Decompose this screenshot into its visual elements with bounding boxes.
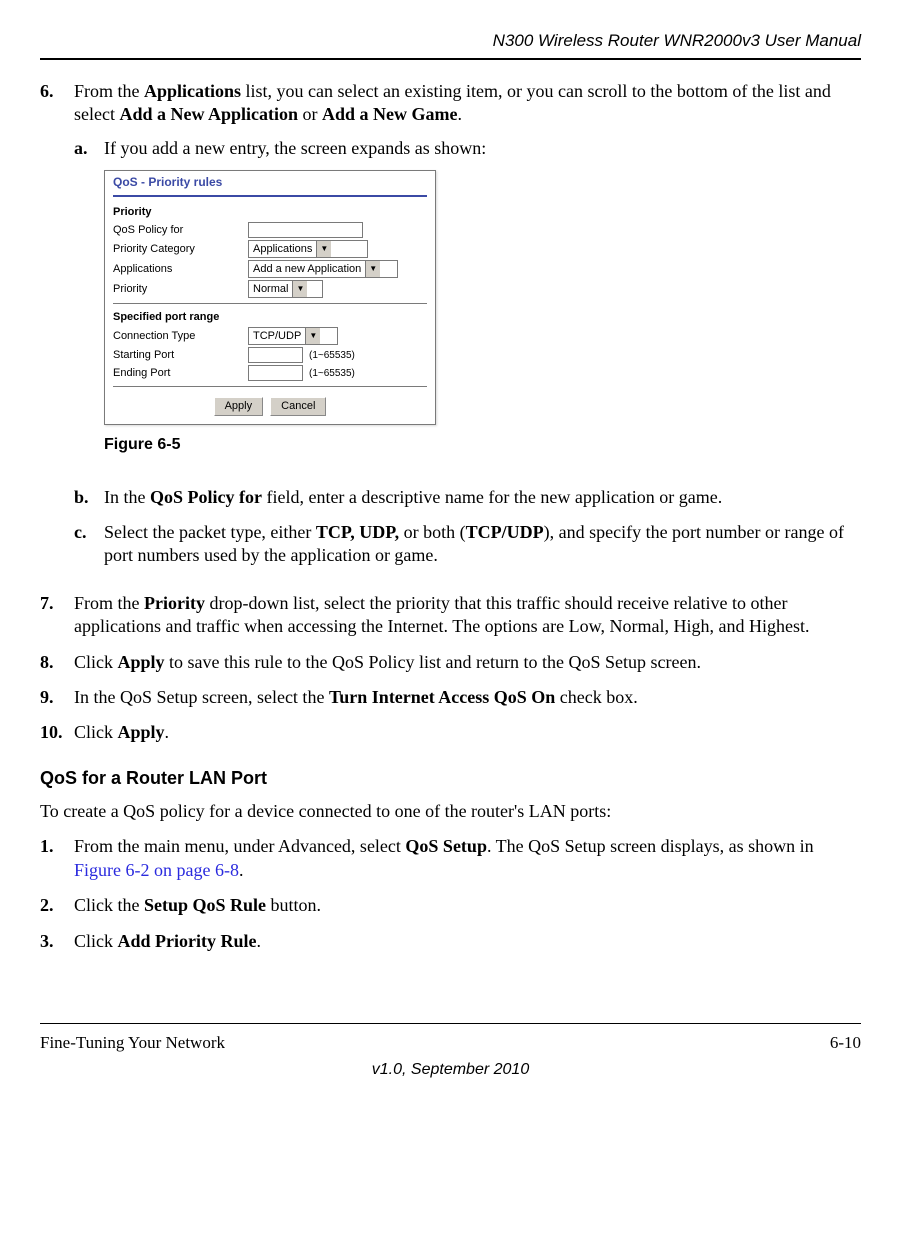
- step-9-marker: 9.: [40, 686, 74, 709]
- step-10-text: Click Apply.: [74, 721, 861, 744]
- footer-rule: [40, 1023, 861, 1024]
- page-header-title: N300 Wireless Router WNR2000v3 User Manu…: [40, 30, 861, 52]
- lan-step-3-text: Click Add Priority Rule.: [74, 930, 861, 953]
- chevron-down-icon: ▼: [292, 281, 307, 297]
- chevron-down-icon: ▼: [305, 328, 320, 344]
- lan-step-3-marker: 3.: [40, 930, 74, 953]
- step-6b-marker: b.: [74, 486, 104, 509]
- section-heading-qos-lan: QoS for a Router LAN Port: [40, 767, 861, 790]
- input-ending-port[interactable]: [248, 365, 303, 381]
- step-8-text: Click Apply to save this rule to the QoS…: [74, 651, 861, 674]
- lan-intro-text: To create a QoS policy for a device conn…: [40, 800, 861, 823]
- panel-title-rule: [113, 195, 427, 197]
- label-qos-policy-for: QoS Policy for: [113, 223, 248, 237]
- ending-port-hint: (1~65535): [309, 367, 355, 380]
- select-applications[interactable]: Add a new Application ▼: [248, 260, 398, 278]
- lan-step-2-marker: 2.: [40, 894, 74, 917]
- label-starting-port: Starting Port: [113, 348, 248, 362]
- lan-step-1-text: From the main menu, under Advanced, sele…: [74, 835, 861, 882]
- label-connection-type: Connection Type: [113, 329, 248, 343]
- label-priority-category: Priority Category: [113, 242, 248, 256]
- label-ending-port: Ending Port: [113, 366, 248, 380]
- step-6c-text: Select the packet type, either TCP, UDP,…: [104, 521, 861, 568]
- input-starting-port[interactable]: [248, 347, 303, 363]
- footer-right-page-number: 6-10: [830, 1032, 861, 1054]
- page-footer: Fine-Tuning Your Network 6-10 v1.0, Sept…: [40, 1023, 861, 1081]
- figure-6-5: QoS - Priority rules Priority QoS Policy…: [104, 170, 861, 455]
- figure-6-2-link[interactable]: Figure 6-2 on page 6-8: [74, 860, 239, 880]
- select-priority-category[interactable]: Applications ▼: [248, 240, 368, 258]
- step-6c-marker: c.: [74, 521, 104, 568]
- step-6a-text: If you add a new entry, the screen expan…: [104, 137, 861, 160]
- step-10-marker: 10.: [40, 721, 74, 744]
- select-connection-type[interactable]: TCP/UDP ▼: [248, 327, 338, 345]
- step-7-text: From the Priority drop-down list, select…: [74, 592, 861, 639]
- panel-divider: [113, 303, 427, 304]
- figure-caption: Figure 6-5: [104, 435, 861, 456]
- priority-heading: Priority: [105, 203, 435, 221]
- header-rule: [40, 58, 861, 60]
- step-6a-marker: a.: [74, 137, 104, 474]
- step-6-marker: 6.: [40, 80, 74, 580]
- panel-divider-2: [113, 386, 427, 387]
- chevron-down-icon: ▼: [365, 261, 380, 277]
- footer-version: v1.0, September 2010: [40, 1060, 861, 1081]
- input-qos-policy-for[interactable]: [248, 222, 363, 238]
- lan-step-2-text: Click the Setup QoS Rule button.: [74, 894, 861, 917]
- step-9-text: In the QoS Setup screen, select the Turn…: [74, 686, 861, 709]
- main-steps: 6. From the Applications list, you can s…: [40, 80, 861, 745]
- starting-port-hint: (1~65535): [309, 349, 355, 362]
- apply-button[interactable]: Apply: [214, 397, 264, 415]
- footer-left: Fine-Tuning Your Network: [40, 1032, 225, 1054]
- step-6-text: From the Applications list, you can sele…: [74, 80, 861, 127]
- label-priority: Priority: [113, 282, 248, 296]
- step-8-marker: 8.: [40, 651, 74, 674]
- lan-step-1-marker: 1.: [40, 835, 74, 882]
- label-applications: Applications: [113, 262, 248, 276]
- step-6-substeps: a. If you add a new entry, the screen ex…: [74, 137, 861, 568]
- step-6b-text: In the QoS Policy for field, enter a des…: [104, 486, 861, 509]
- step-7-marker: 7.: [40, 592, 74, 639]
- cancel-button[interactable]: Cancel: [270, 397, 326, 415]
- lan-steps: 1. From the main menu, under Advanced, s…: [40, 835, 861, 953]
- qos-priority-rules-panel: QoS - Priority rules Priority QoS Policy…: [104, 170, 436, 424]
- chevron-down-icon: ▼: [316, 241, 331, 257]
- panel-title: QoS - Priority rules: [105, 171, 435, 193]
- specified-port-range-heading: Specified port range: [105, 308, 435, 326]
- select-priority[interactable]: Normal ▼: [248, 280, 323, 298]
